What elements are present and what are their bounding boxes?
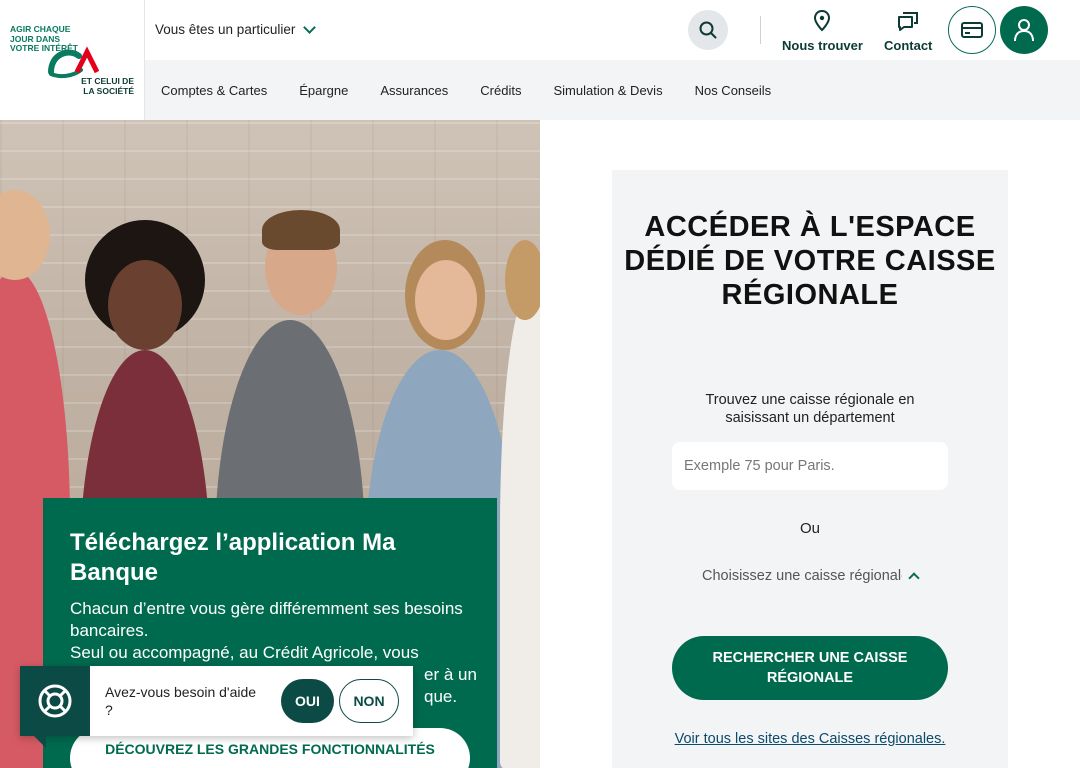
app-promo-description: Chacun d’entre vous gère différemment se… bbox=[70, 598, 470, 664]
chevron-down-icon bbox=[303, 20, 317, 34]
profile-selector[interactable]: Vous êtes un particulier bbox=[155, 20, 317, 37]
app-promo-desc-line1: Chacun d’entre vous gère différemment se… bbox=[70, 599, 463, 662]
person-figure bbox=[262, 210, 340, 250]
app-promo-title: Téléchargez l’application Ma Banque bbox=[70, 529, 396, 586]
contact-link[interactable]: Contact bbox=[884, 10, 932, 53]
caisse-select-placeholder: Choisissez une caisse régionale bbox=[702, 568, 902, 584]
user-icon bbox=[1014, 19, 1034, 42]
nav-item-epargne[interactable]: Épargne bbox=[299, 83, 348, 98]
help-yes-button[interactable]: OUI bbox=[281, 679, 334, 723]
main-nav: Comptes & Cartes Épargne Assurances Créd… bbox=[145, 60, 1080, 120]
contact-label: Contact bbox=[884, 38, 933, 53]
search-button[interactable] bbox=[688, 10, 728, 50]
help-widget: Avez-vous besoin d'aide ? OUI NON bbox=[20, 666, 413, 748]
logo-subline: ET CELUI DE LA SOCIÉTÉ bbox=[81, 76, 134, 96]
card-button[interactable] bbox=[948, 6, 996, 54]
chat-icon bbox=[898, 12, 919, 31]
caisse-select[interactable]: Choisissez une caisse régionale bbox=[702, 568, 932, 584]
all-caisses-link[interactable]: Voir tous les sites des Caisses régional… bbox=[672, 730, 948, 748]
nav-item-comptes[interactable]: Comptes & Cartes bbox=[161, 83, 267, 98]
or-separator: Ou bbox=[799, 520, 820, 537]
department-input[interactable] bbox=[672, 442, 948, 490]
help-icon-box[interactable] bbox=[20, 666, 90, 748]
nav-item-conseils[interactable]: Nos Conseils bbox=[695, 83, 772, 98]
nav-item-credits[interactable]: Crédits bbox=[480, 83, 521, 98]
person-figure bbox=[500, 290, 540, 768]
person-figure bbox=[0, 190, 50, 280]
desc-tail-1: er à un bbox=[424, 665, 477, 684]
find-us-label: Nous trouver bbox=[782, 38, 863, 53]
account-button[interactable] bbox=[1000, 6, 1048, 54]
find-us-link[interactable]: Nous trouver bbox=[782, 10, 863, 53]
profile-label: Vous êtes un particulier bbox=[155, 22, 296, 37]
app-promo-desc-tail: er à un que. bbox=[424, 664, 477, 708]
top-bar: Vous êtes un particulier Nous trouver Co… bbox=[145, 0, 1080, 60]
help-question: Avez-vous besoin d'aide ? bbox=[105, 684, 257, 718]
location-pin-icon bbox=[814, 10, 831, 32]
desc-tail-2: que. bbox=[424, 687, 458, 706]
person-figure bbox=[108, 260, 182, 350]
help-no-button[interactable]: NON bbox=[339, 679, 399, 723]
search-icon bbox=[699, 21, 717, 39]
panel-title: ACCÉDER À L'ESPACE DÉDIÉ DE VOTRE CAISSE… bbox=[624, 211, 996, 311]
nav-item-simulation[interactable]: Simulation & Devis bbox=[553, 83, 662, 98]
lifebuoy-icon bbox=[38, 684, 72, 718]
search-caisse-button[interactable]: RECHERCHER UNE CAISSE RÉGIONALE bbox=[672, 636, 948, 700]
panel-subtitle: Trouvez une caisse régionale en saisissa… bbox=[705, 392, 915, 426]
chevron-up-icon bbox=[908, 572, 920, 584]
site-header: AGIR CHAQUE JOUR DANS VOTRE INTÉRÊT ET C… bbox=[0, 0, 1080, 120]
nav-item-assurances[interactable]: Assurances bbox=[380, 83, 448, 98]
logo[interactable]: AGIR CHAQUE JOUR DANS VOTRE INTÉRÊT ET C… bbox=[0, 0, 145, 120]
credit-card-icon bbox=[961, 22, 983, 38]
person-figure bbox=[505, 240, 540, 320]
separator bbox=[760, 16, 761, 44]
person-figure bbox=[415, 260, 477, 340]
caisse-search-panel: ACCÉDER À L'ESPACE DÉDIÉ DE VOTRE CAISSE… bbox=[612, 170, 1008, 768]
